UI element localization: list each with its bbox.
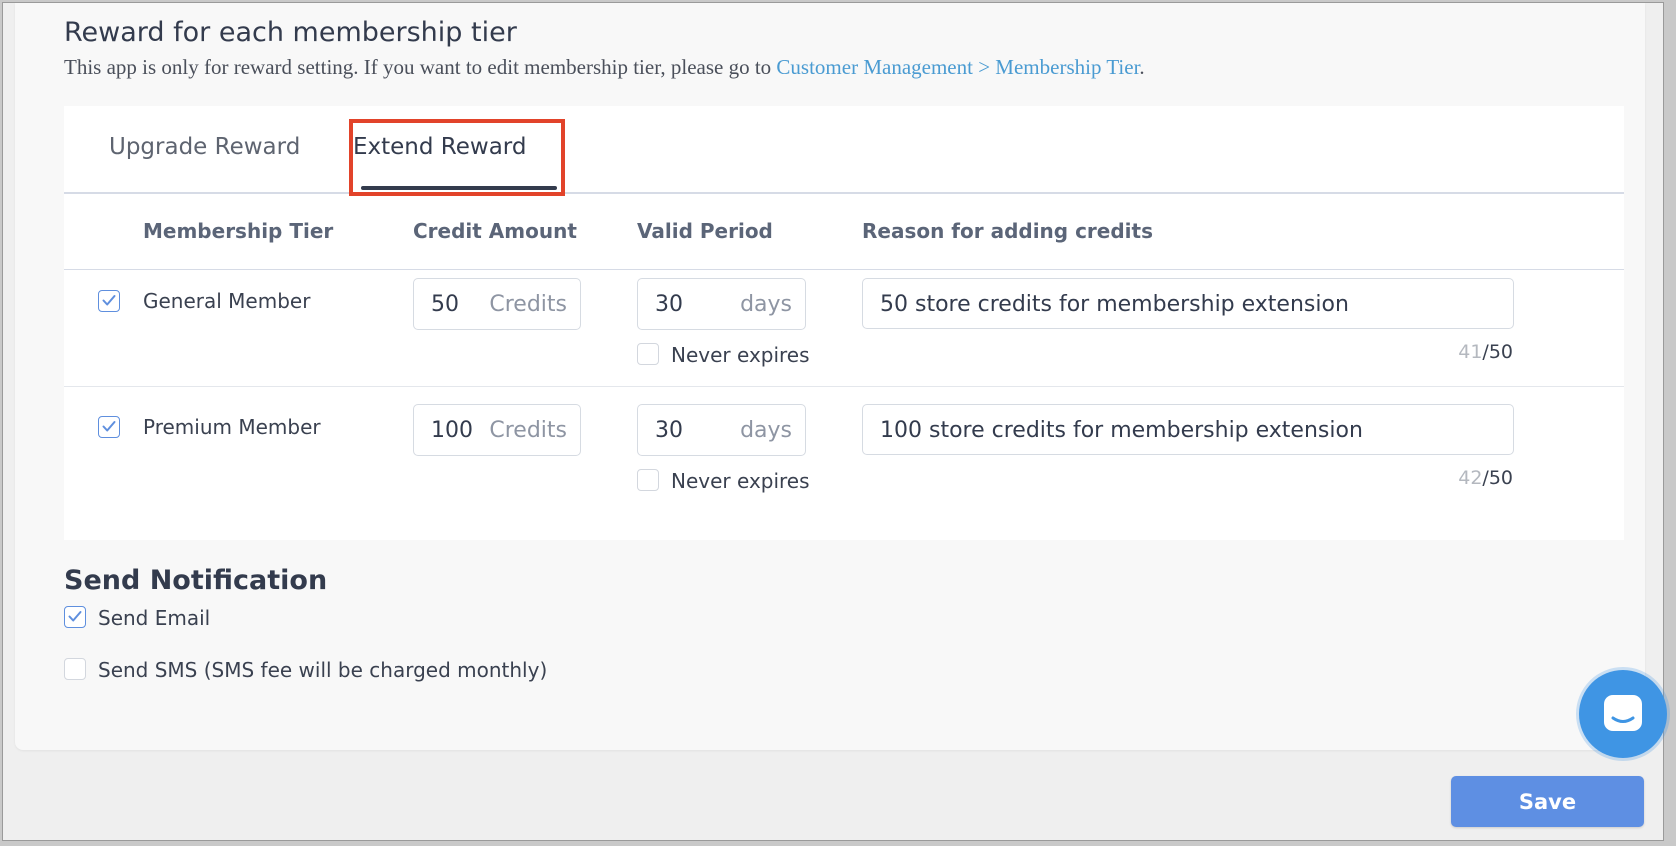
char-counter: 41/50 bbox=[1433, 341, 1513, 363]
reason-value: 50 store credits for membership extensio… bbox=[880, 292, 1349, 317]
settings-card: Reward for each membership tier This app… bbox=[15, 3, 1645, 750]
char-count: 42 bbox=[1458, 467, 1483, 489]
check-icon bbox=[102, 421, 116, 432]
tier-name: Premium Member bbox=[143, 415, 321, 439]
never-expires-label: Never expires bbox=[671, 343, 810, 367]
reward-tabs: Upgrade Reward Extend Reward bbox=[64, 106, 1624, 196]
credit-unit: Credits bbox=[489, 292, 567, 317]
row-checkbox-general[interactable] bbox=[98, 290, 120, 312]
notification-title: Send Notification bbox=[64, 565, 328, 596]
send-email-checkbox[interactable] bbox=[64, 606, 86, 628]
reason-input[interactable]: 100 store credits for membership extensi… bbox=[862, 404, 1514, 455]
reason-input[interactable]: 50 store credits for membership extensio… bbox=[862, 278, 1514, 329]
page-title: Reward for each membership tier bbox=[64, 17, 517, 48]
reason-value: 100 store credits for membership extensi… bbox=[880, 418, 1363, 443]
send-sms-label: Send SMS (SMS fee will be charged monthl… bbox=[98, 658, 548, 682]
char-counter: 42/50 bbox=[1433, 467, 1513, 489]
subtitle-text: This app is only for reward setting. If … bbox=[64, 55, 777, 79]
highlight-annotation bbox=[349, 119, 565, 196]
valid-period-value: 30 bbox=[655, 292, 683, 317]
app-frame: Reward for each membership tier This app… bbox=[2, 2, 1667, 841]
credit-unit: Credits bbox=[489, 418, 567, 443]
reward-panel: Upgrade Reward Extend Reward Membership … bbox=[64, 106, 1624, 540]
send-sms-checkbox[interactable] bbox=[64, 658, 86, 680]
period-unit: days bbox=[740, 292, 792, 317]
never-expires-label: Never expires bbox=[671, 469, 810, 493]
valid-period-input[interactable]: 30 days bbox=[637, 278, 806, 330]
valid-period-value: 30 bbox=[655, 418, 683, 443]
membership-tier-link[interactable]: Customer Management > Membership Tier bbox=[776, 55, 1139, 79]
credit-amount-input[interactable]: 100 Credits bbox=[413, 404, 581, 456]
column-header-reason: Reason for adding credits bbox=[862, 219, 1153, 243]
subtitle-suffix: . bbox=[1139, 55, 1145, 79]
column-header-period: Valid Period bbox=[637, 219, 773, 243]
credit-amount-input[interactable]: 50 Credits bbox=[413, 278, 581, 330]
column-header-tier: Membership Tier bbox=[143, 219, 334, 243]
never-expires-checkbox[interactable] bbox=[637, 343, 659, 365]
header-divider bbox=[64, 269, 1624, 270]
check-icon bbox=[68, 611, 82, 622]
tab-upgrade-reward[interactable]: Upgrade Reward bbox=[109, 134, 300, 160]
check-icon bbox=[102, 295, 116, 306]
char-max: /50 bbox=[1482, 467, 1513, 489]
row-checkbox-premium[interactable] bbox=[98, 416, 120, 438]
credit-amount-value: 50 bbox=[431, 292, 459, 317]
never-expires-checkbox[interactable] bbox=[637, 469, 659, 491]
credit-amount-value: 100 bbox=[431, 418, 473, 443]
save-button[interactable]: Save bbox=[1451, 776, 1644, 827]
period-unit: days bbox=[740, 418, 792, 443]
column-header-credit: Credit Amount bbox=[413, 219, 577, 243]
tier-name: General Member bbox=[143, 289, 311, 313]
chat-button[interactable] bbox=[1579, 670, 1667, 758]
char-max: /50 bbox=[1482, 341, 1513, 363]
send-email-label: Send Email bbox=[98, 606, 211, 630]
row-divider bbox=[64, 386, 1624, 387]
valid-period-input[interactable]: 30 days bbox=[637, 404, 806, 456]
page-subtitle: This app is only for reward setting. If … bbox=[64, 55, 1145, 80]
char-count: 41 bbox=[1458, 341, 1483, 363]
chat-icon bbox=[1604, 695, 1642, 731]
